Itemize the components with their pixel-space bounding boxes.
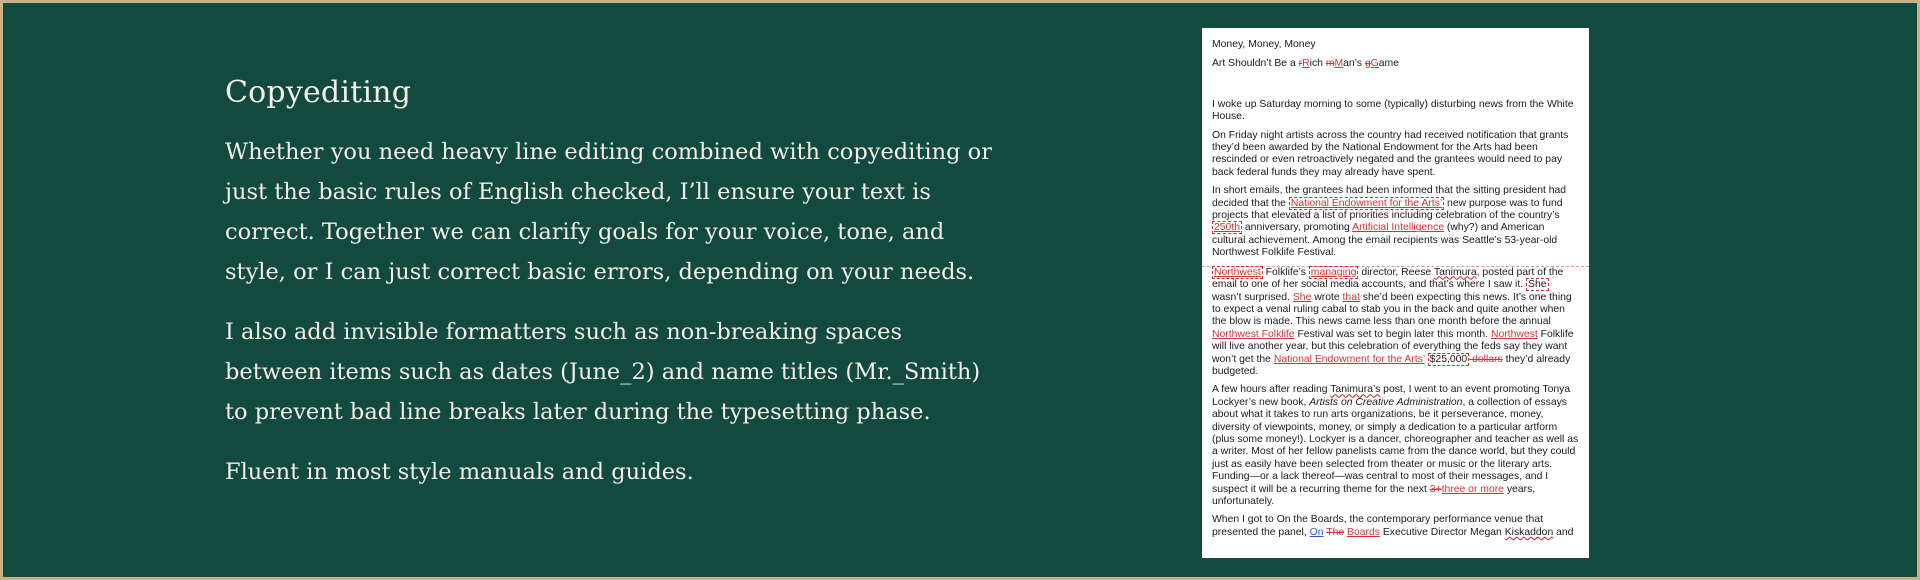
doc-paragraph-5: A few hours after reading Tanimura’s pos… xyxy=(1212,384,1579,507)
section-paragraph-1: Whether you need heavy line editing comb… xyxy=(225,139,992,285)
doc-paragraph-2: On Friday night artists across the count… xyxy=(1212,129,1569,178)
section-paragraph-2: I also add invisible formatters such as … xyxy=(225,319,981,425)
doc-title: Money, Money, Money xyxy=(1212,39,1316,50)
edited-document-sample: Money, Money, Money Art Shouldn’t Be a r… xyxy=(1202,28,1589,558)
doc-paragraph-3: In short emails, the grantees had been i… xyxy=(1212,185,1567,259)
section-heading: Copyediting xyxy=(225,75,412,110)
copyediting-section: Copyediting Whether you need heavy line … xyxy=(225,75,1005,512)
doc-paragraph-6: When I got to On the Boards, the contemp… xyxy=(1212,514,1574,538)
section-paragraph-3: Fluent in most style manuals and guides. xyxy=(225,459,694,485)
doc-subtitle: Art Shouldn’t Be a rRich mMan’s gGame xyxy=(1212,58,1399,70)
page-frame: Copyediting Whether you need heavy line … xyxy=(3,3,1917,577)
doc-paragraph-1: I woke up Saturday morning to some (typi… xyxy=(1212,98,1574,123)
doc-paragraph-4: Northwest Folklife’s managing director, … xyxy=(1212,265,1574,377)
